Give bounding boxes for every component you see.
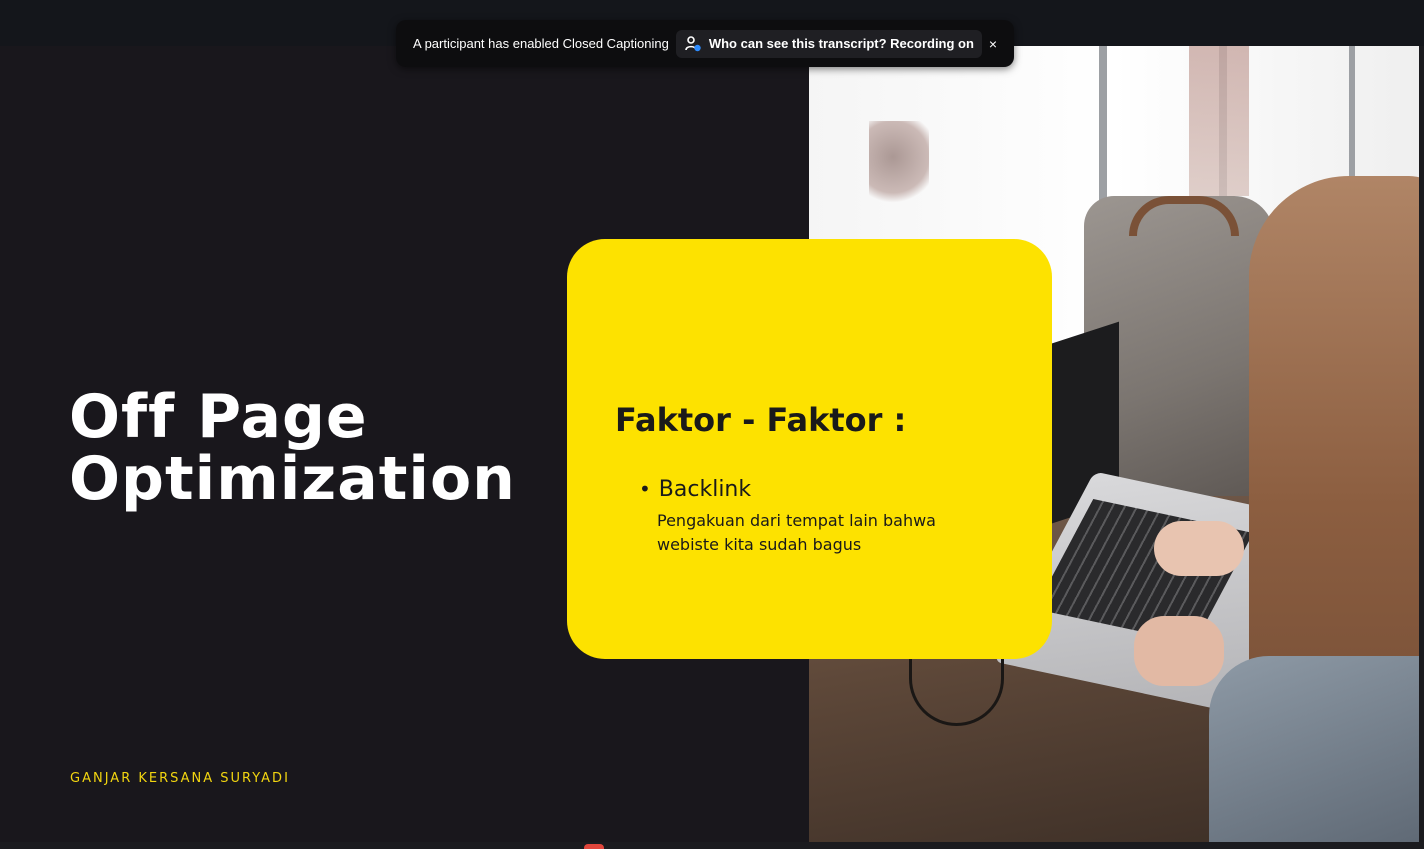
close-icon[interactable]: × (982, 30, 1004, 58)
notification-message: A participant has enabled Closed Caption… (413, 36, 669, 51)
bullet-item: • Backlink (639, 477, 751, 502)
transcript-info-button[interactable]: Who can see this transcript? Recording o… (675, 29, 982, 58)
bullet-label: Backlink (658, 477, 752, 502)
person-info-icon (684, 35, 702, 53)
content-card: Faktor - Faktor : • Backlink Pengakuan da… (567, 239, 1052, 659)
slide-title-line2: Optimization (69, 444, 516, 514)
bullet-dot-icon: • (639, 477, 651, 501)
meeting-window: Off Page Optimization GANJAR KERSANA SUR… (0, 0, 1424, 849)
bullet-description: Pengakuan dari tempat lain bahwa webiste… (657, 511, 936, 554)
slide-author: GANJAR KERSANA SURYADI (70, 771, 290, 786)
closed-caption-notification: A participant has enabled Closed Caption… (396, 20, 1014, 67)
slide-title: Off Page Optimization (69, 386, 539, 510)
transcript-info-label: Who can see this transcript? Recording o… (708, 36, 974, 51)
card-heading: Faktor - Faktor : (615, 401, 907, 439)
notification-badge (584, 844, 604, 849)
bottom-strip (0, 842, 1424, 849)
slide-title-line1: Off Page (69, 382, 368, 452)
